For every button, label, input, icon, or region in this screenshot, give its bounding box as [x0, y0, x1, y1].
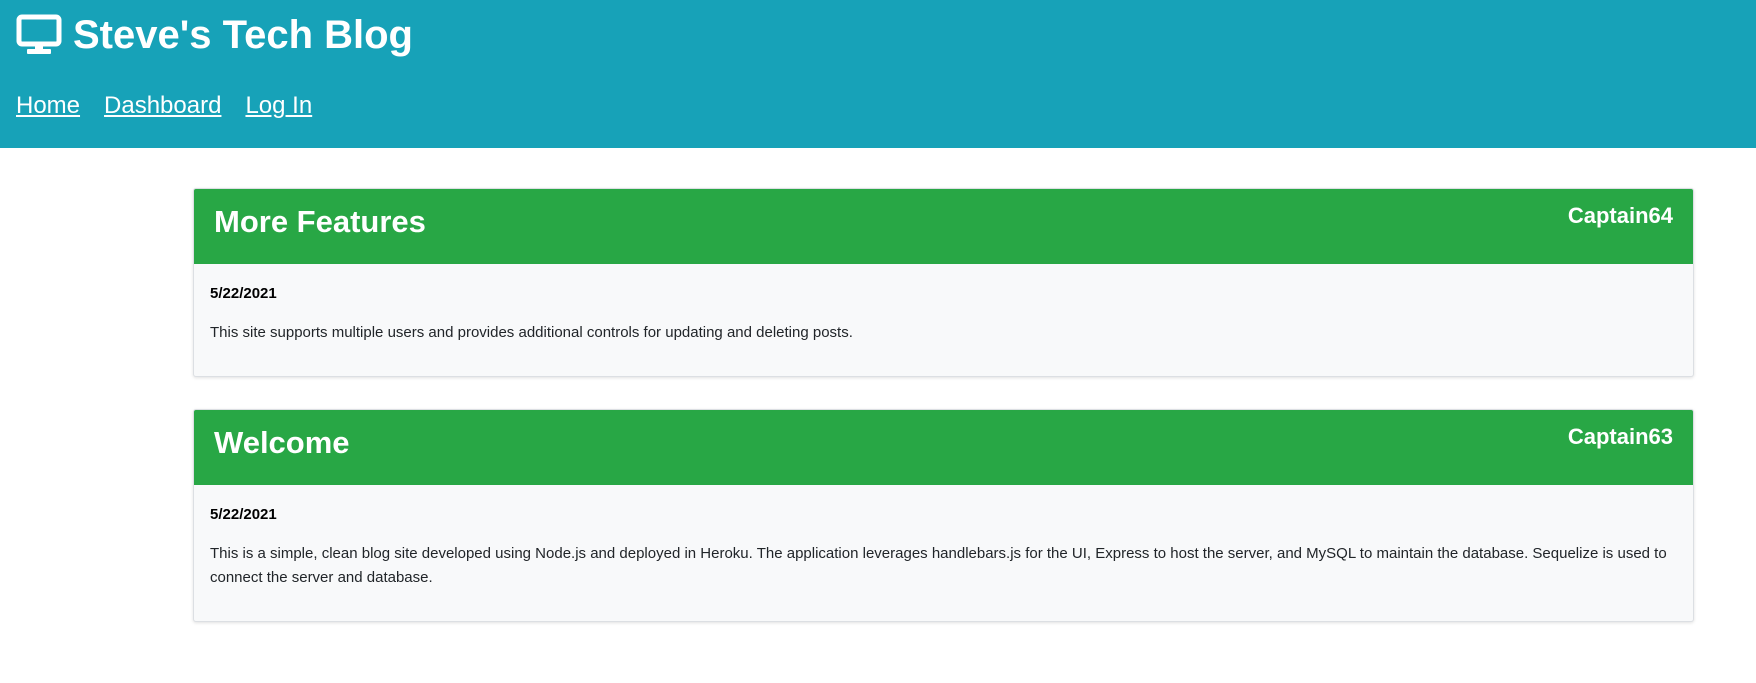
- post-card[interactable]: Welcome Captain63 5/22/2021 This is a si…: [193, 409, 1694, 622]
- post-body: 5/22/2021 This is a simple, clean blog s…: [194, 485, 1693, 590]
- post-header: Welcome Captain63: [194, 410, 1693, 485]
- post-content: This site supports multiple users and pr…: [210, 324, 853, 341]
- site-header: Steve's Tech Blog Home Dashboard Log In: [0, 0, 1756, 148]
- nav-login-link[interactable]: Log In: [245, 92, 312, 120]
- site-title: Steve's Tech Blog: [73, 12, 413, 57]
- post-body: 5/22/2021 This site supports multiple us…: [194, 264, 1693, 345]
- post-content: This is a simple, clean blog site develo…: [210, 545, 1667, 586]
- nav-dashboard-link[interactable]: Dashboard: [104, 92, 221, 120]
- site-brand: Steve's Tech Blog: [16, 10, 413, 60]
- post-author: Captain64: [1567, 203, 1673, 228]
- post-title[interactable]: More Features: [214, 204, 426, 240]
- post-title[interactable]: Welcome: [214, 425, 350, 461]
- post-date: 5/22/2021: [210, 506, 277, 523]
- post-date: 5/22/2021: [210, 285, 277, 302]
- post-card[interactable]: More Features Captain64 5/22/2021 This s…: [193, 188, 1694, 377]
- desktop-monitor-icon: [16, 14, 62, 54]
- post-author: Captain63: [1567, 424, 1673, 449]
- main-nav: Home Dashboard Log In: [16, 92, 336, 120]
- post-header: More Features Captain64: [194, 189, 1693, 264]
- nav-home-link[interactable]: Home: [16, 92, 80, 120]
